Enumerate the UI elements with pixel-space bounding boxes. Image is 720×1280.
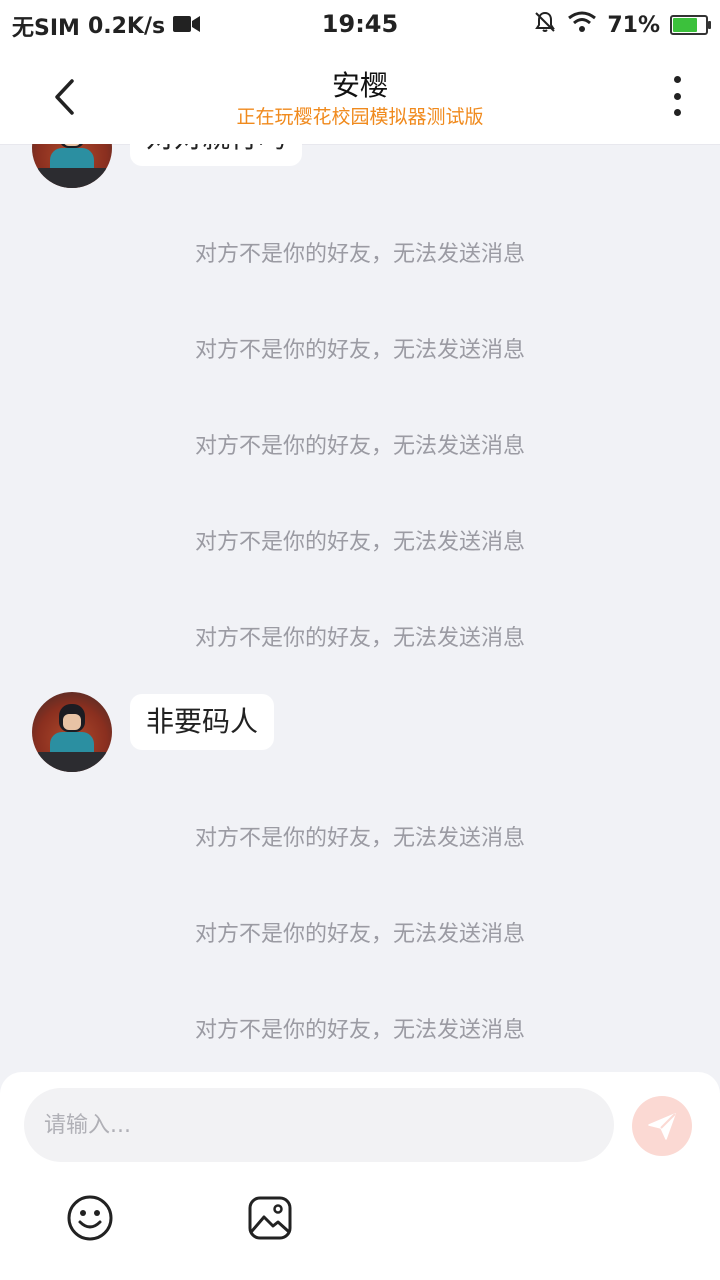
avatar[interactable] — [32, 692, 112, 772]
mute-bell-icon — [533, 10, 557, 40]
more-dot-icon — [673, 76, 681, 83]
chat-header: 安樱 正在玩樱花校园模拟器测试版 — [0, 50, 720, 144]
system-notice: 对方不是你的好友，无法发送消息 — [194, 242, 525, 267]
status-right: 71% — [533, 10, 711, 40]
chat-area[interactable]: 对对就行吗 对方不是你的好友，无法发送消息 对方不是你的好友，无法发送消息 对方… — [0, 144, 720, 1072]
more-menu-button[interactable] — [662, 76, 692, 116]
system-notice: 对方不是你的好友，无法发送消息 — [194, 338, 525, 363]
message-row: 非要码人 — [32, 692, 275, 772]
image-icon — [248, 1196, 292, 1240]
system-notice: 对方不是你的好友，无法发送消息 — [194, 530, 525, 555]
smiley-icon — [67, 1195, 113, 1241]
paper-plane-icon — [648, 1113, 676, 1140]
contact-status: 正在玩樱花校园模拟器测试版 — [236, 106, 484, 128]
image-button[interactable] — [246, 1194, 294, 1242]
emoji-button[interactable] — [66, 1194, 114, 1242]
message-bubble[interactable]: 对对就行吗 — [130, 144, 303, 166]
more-dot-icon — [673, 109, 681, 116]
composer — [0, 1072, 720, 1280]
battery-percent: 71% — [607, 12, 660, 38]
more-dot-icon — [673, 92, 681, 100]
battery-icon — [670, 15, 711, 35]
status-bar: 无SIM 0.2K/s 19:45 71% — [0, 0, 720, 50]
system-notice: 对方不是你的好友，无法发送消息 — [194, 922, 525, 947]
system-notice: 对方不是你的好友，无法发送消息 — [194, 1018, 525, 1043]
contact-name: 安樱 — [331, 69, 388, 102]
message-row: 对对就行吗 — [32, 144, 303, 188]
system-notice: 对方不是你的好友，无法发送消息 — [194, 434, 525, 459]
message-bubble[interactable]: 非要码人 — [130, 694, 275, 750]
wifi-icon — [567, 11, 597, 39]
send-button[interactable] — [632, 1096, 692, 1156]
avatar[interactable] — [32, 144, 112, 188]
system-notice: 对方不是你的好友，无法发送消息 — [194, 626, 525, 651]
system-notice: 对方不是你的好友，无法发送消息 — [194, 826, 525, 851]
battery-fill — [673, 18, 698, 32]
message-input[interactable] — [24, 1088, 614, 1162]
